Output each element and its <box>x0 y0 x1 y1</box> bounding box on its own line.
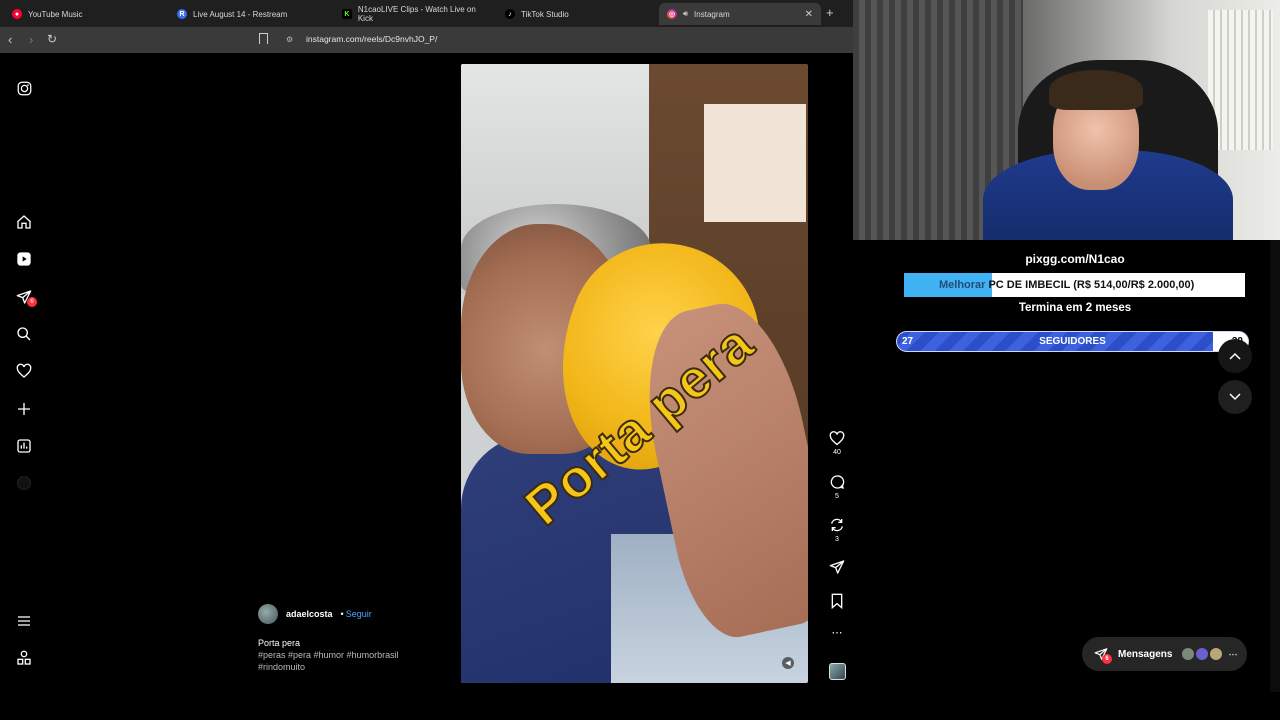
followers-label: SEGUIDORES <box>1039 336 1106 347</box>
repost-icon <box>831 518 843 532</box>
screen: ● YouTube Music R Live August 14 - Restr… <box>0 0 1280 720</box>
restream-icon: R <box>177 9 187 19</box>
tab-youtube-music[interactable]: ● YouTube Music <box>4 3 169 25</box>
repost-count: 3 <box>835 536 839 543</box>
followers-goal-bar: 27 SEGUIDORES 30 <box>896 331 1249 352</box>
reload-button[interactable]: ↻ <box>47 32 57 46</box>
author-username[interactable]: adaelcosta <box>286 609 333 619</box>
page-scrollbar[interactable] <box>1270 240 1280 692</box>
messages-pill-badge: 6 <box>1102 654 1112 664</box>
site-info-icon[interactable]: ⚙ <box>286 35 293 44</box>
contact-avatar <box>1182 648 1195 660</box>
tab-restream[interactable]: R Live August 14 - Restream <box>169 3 334 25</box>
create-plus-icon[interactable] <box>16 401 32 417</box>
forward-button[interactable]: › <box>29 32 33 47</box>
home-icon[interactable] <box>16 214 32 230</box>
bookmark-save-icon <box>831 593 843 609</box>
dashboard-icon[interactable] <box>16 438 32 454</box>
more-apps-icon[interactable] <box>16 650 32 666</box>
goal-text: PC DE IMBECIL (R$ 514,00/R$ 2.000,00) <box>988 279 1195 291</box>
donation-goal-bar: Melhorar PC DE IMBECIL (R$ 514,00/R$ 2.0… <box>904 273 1245 297</box>
reel-title: Porta pera <box>258 638 301 648</box>
browser-tab-bar: ● YouTube Music R Live August 14 - Restr… <box>0 0 853 27</box>
next-reel-button[interactable] <box>1218 380 1252 414</box>
chevron-down-icon <box>1229 393 1241 401</box>
goal-ends-text: Termina em 2 meses <box>1018 302 1132 314</box>
follow-button[interactable]: Seguir <box>346 609 372 619</box>
bottom-bar <box>0 692 1280 720</box>
messages-pill[interactable]: 6 Mensagens ⋯ <box>1082 637 1247 671</box>
tab-kick[interactable]: K N1caoLIVE Clips - Watch Live on Kick <box>334 3 499 25</box>
tab-tiktok-studio[interactable]: ♪ TikTok Studio <box>497 3 657 25</box>
wall-poster <box>704 104 806 222</box>
reel-video[interactable]: Porta pera ◀︎ <box>461 64 808 683</box>
reel-author: adaelcosta • Seguir <box>258 604 372 624</box>
save-button[interactable] <box>826 593 848 609</box>
tiktok-icon: ♪ <box>505 9 515 19</box>
comment-button[interactable]: 5 <box>826 474 848 500</box>
back-button[interactable]: ‹ <box>8 32 12 47</box>
close-tab-icon[interactable]: ✕ <box>805 9 813 20</box>
share-button[interactable] <box>826 559 848 575</box>
tab-instagram[interactable]: ◎ 🔊︎ Instagram ✕ <box>659 3 821 25</box>
previous-reel-button[interactable] <box>1218 339 1252 373</box>
instagram-logo-icon[interactable] <box>16 80 32 96</box>
kick-icon: K <box>342 9 352 19</box>
address-bar[interactable]: instagram.com/reels/Dc9nvhJO_P/ <box>306 34 437 44</box>
separator-dot: • <box>340 609 344 619</box>
goal-highlight: Melhorar <box>939 279 986 291</box>
like-count: 40 <box>833 449 841 456</box>
reel-description: Porta pera #peras #pera #humor #humorbra… <box>258 637 438 673</box>
tab-label: Live August 14 - Restream <box>193 9 288 19</box>
tab-label: TikTok Studio <box>521 9 569 19</box>
more-icon: ⋯ <box>1228 648 1238 659</box>
comment-count: 5 <box>835 493 839 500</box>
instagram-icon: ◎ <box>667 9 677 19</box>
notifications-heart-icon[interactable] <box>16 363 32 379</box>
contact-avatar <box>1210 648 1223 660</box>
heart-icon <box>829 431 845 446</box>
contact-avatar <box>1196 648 1209 660</box>
share-icon <box>829 560 845 574</box>
messages-label: Mensagens <box>1118 648 1173 660</box>
more-options-icon[interactable]: ⋯ <box>826 626 848 639</box>
menu-icon[interactable] <box>16 613 32 629</box>
speaker-icon: 🔊︎ <box>683 9 689 18</box>
bookmark-icon[interactable] <box>259 33 268 44</box>
like-button[interactable]: 40 <box>826 431 848 456</box>
search-icon[interactable] <box>16 326 32 342</box>
profile-avatar[interactable] <box>16 475 32 491</box>
webcam-feed <box>853 0 1280 240</box>
messages-badge: 6 <box>27 297 37 307</box>
browser-toolbar: ‹ › ↻ ⚙ instagram.com/reels/Dc9nvhJO_P/ <box>0 27 853 53</box>
youtube-music-icon: ● <box>12 9 22 19</box>
reel-hashtags[interactable]: #peras #pera #humor #humorbrasil #rindom… <box>258 649 438 673</box>
audio-thumbnail[interactable] <box>826 663 848 680</box>
pix-donation-url: pixgg.com/N1cao <box>1025 252 1125 266</box>
reels-icon[interactable] <box>16 251 32 267</box>
comment-icon <box>830 475 845 489</box>
volume-icon[interactable]: ◀︎ <box>782 657 794 669</box>
new-tab-button[interactable]: + <box>826 5 834 20</box>
repost-button[interactable]: 3 <box>826 517 848 543</box>
tab-label: Instagram <box>694 9 730 19</box>
tab-label: N1caoLIVE Clips - Watch Live on Kick <box>357 5 476 23</box>
tab-label: YouTube Music <box>28 9 83 19</box>
author-avatar[interactable] <box>258 604 278 624</box>
chevron-up-icon <box>1229 352 1241 360</box>
